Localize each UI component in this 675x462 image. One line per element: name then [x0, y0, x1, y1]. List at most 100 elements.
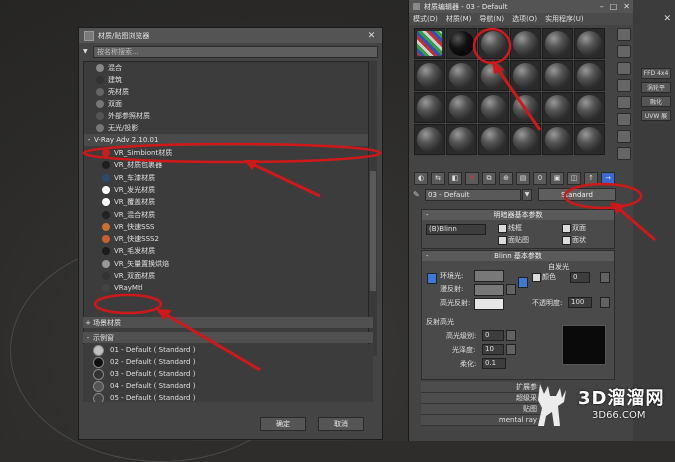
opacity-value[interactable]: 100 [568, 297, 592, 308]
uv-tiling-icon[interactable] [617, 79, 631, 92]
list-item[interactable]: VR_覆盖材质 [84, 196, 368, 208]
browser-scrollbar[interactable] [369, 61, 377, 356]
name-dropdown-icon[interactable]: ▼ [522, 188, 532, 201]
soften-value[interactable]: 0.1 [482, 358, 506, 369]
sample-slot[interactable] [414, 124, 445, 155]
sample-slot[interactable] [510, 92, 541, 123]
sample-slot[interactable] [478, 28, 509, 59]
self-illum-color-checkbox[interactable] [532, 273, 541, 282]
background-icon[interactable] [617, 62, 631, 75]
go-forward-sibling-icon[interactable]: → [601, 171, 615, 185]
sample-slot-row[interactable]: 01 - Default ( Standard ) [83, 344, 373, 356]
material-type-button[interactable]: Standard [538, 188, 616, 201]
eyedropper-icon[interactable]: ✎ [413, 190, 425, 199]
search-input[interactable]: 按名称搜索... [93, 45, 378, 58]
wire-checkbox[interactable] [498, 224, 507, 233]
maps-rollout[interactable]: 贴图 [421, 404, 541, 415]
reset-map-icon[interactable]: ✕ [465, 171, 479, 185]
assign-to-selection-icon[interactable]: ◧ [448, 171, 462, 185]
menu-material[interactable]: 材质(M) [446, 14, 472, 24]
list-item[interactable]: VR_快速SSS [84, 221, 368, 233]
list-item[interactable]: VR_车漆材质 [84, 172, 368, 184]
list-item[interactable]: VR_混合材质 [84, 209, 368, 221]
make-unique-icon[interactable]: ⊕ [499, 171, 513, 185]
sample-slot-row[interactable]: 05 - Default ( Standard ) [83, 392, 373, 402]
sample-slot[interactable] [574, 92, 605, 123]
modifier-melt[interactable]: 融化 [641, 96, 671, 107]
sample-slot[interactable] [414, 92, 445, 123]
two-sided-checkbox[interactable] [562, 224, 571, 233]
opacity-map-button[interactable] [600, 297, 610, 308]
get-material-icon[interactable]: ◐ [414, 171, 428, 185]
list-item[interactable]: 壳材质 [84, 86, 368, 98]
sample-slot[interactable] [574, 28, 605, 59]
glossiness-map-button[interactable] [506, 344, 516, 355]
close-icon[interactable]: ✕ [623, 2, 630, 11]
show-map-icon[interactable]: ▣ [550, 171, 564, 185]
make-preview-icon[interactable] [617, 113, 631, 126]
sample-slot[interactable] [478, 92, 509, 123]
specular-color-swatch[interactable] [474, 298, 504, 310]
material-id-icon[interactable]: 0 [533, 171, 547, 185]
sample-slot[interactable] [510, 60, 541, 91]
shader-rollout-header[interactable]: - 明暗器基本参数 [422, 210, 614, 220]
scene-materials-section[interactable]: + 场景材质 [83, 317, 373, 328]
list-item[interactable]: 无光/投影 [84, 122, 368, 134]
lock-ambient-diffuse-icon[interactable] [427, 273, 437, 284]
go-to-parent-icon[interactable]: ↑ [584, 171, 598, 185]
self-illum-map-button[interactable] [600, 272, 610, 283]
sample-slot[interactable] [414, 60, 445, 91]
face-map-checkbox[interactable] [498, 236, 507, 245]
spec-level-map-button[interactable] [506, 330, 516, 341]
sample-slot[interactable] [574, 60, 605, 91]
list-item[interactable]: VR_双面材质 [84, 270, 368, 282]
sample-slot-row[interactable]: 02 - Default ( Standard ) [83, 356, 373, 368]
vray-section-header[interactable]: - V-Ray Adv 2.10.01 [84, 134, 368, 146]
sample-slot[interactable] [478, 124, 509, 155]
sample-slot[interactable] [542, 92, 573, 123]
faceted-checkbox[interactable] [562, 236, 571, 245]
close-icon[interactable]: ✕ [663, 14, 671, 24]
video-color-check-icon[interactable] [617, 96, 631, 109]
blinn-rollout-header[interactable]: - Blinn 基本参数 [422, 251, 614, 261]
put-to-library-icon[interactable]: ▤ [516, 171, 530, 185]
ambient-color-swatch[interactable] [474, 270, 504, 282]
list-item[interactable]: 建筑 [84, 74, 368, 86]
sample-slot-row[interactable]: 04 - Default ( Standard ) [83, 380, 373, 392]
list-item[interactable]: VRayMtl [84, 282, 368, 294]
diffuse-color-swatch[interactable] [474, 284, 504, 296]
material-name-field[interactable]: 03 - Default [425, 188, 521, 201]
glossiness-value[interactable]: 10 [482, 344, 504, 355]
menu-navigation[interactable]: 导航(N) [479, 14, 504, 24]
list-item[interactable]: VR_材质包裹器 [84, 159, 368, 171]
sample-slots-section[interactable]: - 示例窗 [83, 332, 373, 343]
extended-params-rollout[interactable]: 扩展参 [421, 382, 541, 393]
sample-type-icon[interactable] [617, 28, 631, 41]
modifier-uvw[interactable]: UVW 展 [641, 110, 671, 121]
cancel-button[interactable]: 取消 [318, 417, 364, 431]
sample-slot[interactable] [446, 28, 477, 59]
shader-type-select[interactable]: (B)Blinn [426, 224, 486, 235]
spec-level-value[interactable]: 0 [482, 330, 504, 341]
sample-slot[interactable] [542, 60, 573, 91]
sample-slot[interactable] [478, 60, 509, 91]
list-item[interactable]: 外部参照材质 [84, 110, 368, 122]
menu-mode[interactable]: 模式(D) [413, 14, 438, 24]
select-by-material-icon[interactable] [617, 147, 631, 160]
list-item[interactable]: 双面 [84, 98, 368, 110]
modifier-ffd[interactable]: FFD 4x4 [641, 68, 671, 79]
sample-slot[interactable] [414, 28, 445, 59]
sample-slot[interactable] [542, 124, 573, 155]
sample-slot[interactable] [510, 28, 541, 59]
menu-utilities[interactable]: 实用程序(U) [545, 14, 584, 24]
maximize-icon[interactable]: □ [610, 2, 618, 11]
list-item[interactable]: VR_发光材质 [84, 184, 368, 196]
options-icon[interactable] [617, 130, 631, 143]
sample-slot[interactable] [510, 124, 541, 155]
sample-slot[interactable] [446, 60, 477, 91]
list-item[interactable]: VR_毛发材质 [84, 245, 368, 257]
list-item[interactable]: VR_Simbiont材质 [84, 147, 368, 159]
scrollbar-thumb[interactable] [370, 171, 376, 291]
sample-slot[interactable] [446, 124, 477, 155]
mental-ray-rollout[interactable]: mental ray [421, 415, 541, 426]
